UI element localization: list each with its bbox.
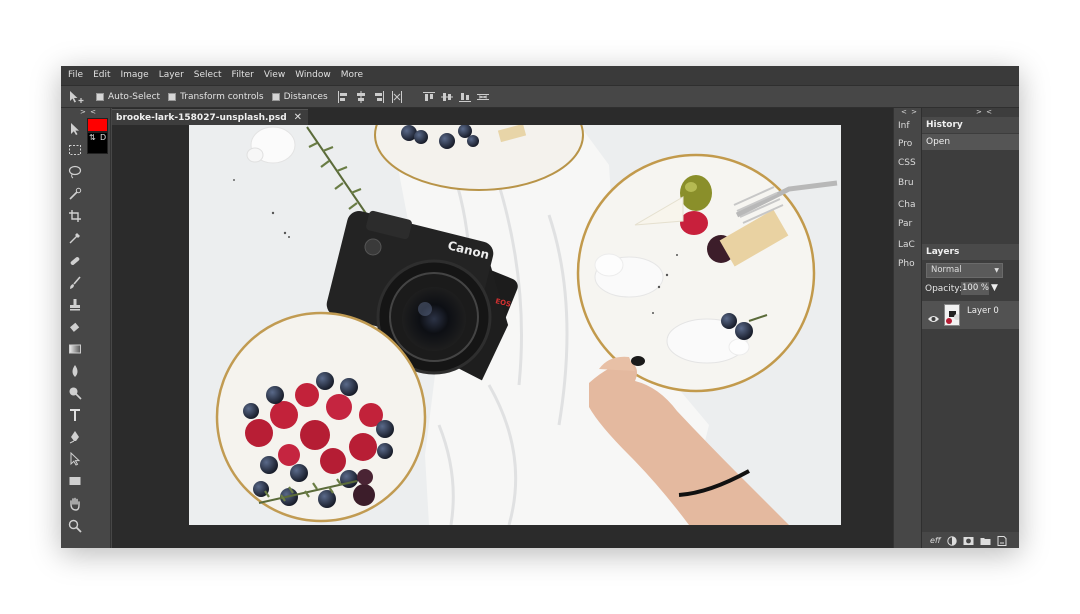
opacity-label: Opacity: bbox=[925, 284, 962, 294]
narrow-panels-expand-toggle[interactable]: < > bbox=[901, 108, 918, 116]
menu-window[interactable]: Window bbox=[290, 66, 336, 85]
history-item[interactable]: Open bbox=[922, 134, 1019, 150]
marquee-tool-icon[interactable] bbox=[66, 141, 84, 159]
history-panel-title[interactable]: History bbox=[922, 117, 1019, 133]
toolbar-collapse-toggle[interactable]: > < bbox=[80, 108, 97, 116]
layer-thumbnail bbox=[944, 304, 960, 326]
panel-properties-button[interactable]: Pro bbox=[898, 139, 912, 149]
quick-selection-tool-icon[interactable] bbox=[66, 185, 84, 203]
food-photo-image: Canon EOS bbox=[189, 125, 841, 525]
document-tab-title: brooke-lark-158027-unsplash.psd bbox=[116, 112, 287, 123]
distances-label: Distances bbox=[283, 91, 328, 102]
menu-image[interactable]: Image bbox=[116, 66, 154, 85]
layer-mask-icon[interactable] bbox=[963, 531, 974, 549]
align-center-horizontal-icon[interactable] bbox=[352, 88, 370, 106]
move-tool-icon[interactable] bbox=[66, 120, 84, 138]
photopea-window: File Edit Image Layer Select Filter View… bbox=[61, 66, 1019, 548]
opacity-input[interactable]: 100 % bbox=[961, 282, 989, 295]
folder-icon[interactable] bbox=[980, 531, 991, 549]
blur-tool-icon[interactable] bbox=[66, 362, 84, 380]
chevron-down-icon: ▼ bbox=[994, 267, 999, 274]
align-top-icon[interactable] bbox=[420, 88, 438, 106]
panel-paragraph-button[interactable]: Par bbox=[898, 219, 912, 229]
transform-controls-checkbox[interactable] bbox=[168, 92, 177, 101]
foreground-color-swatch[interactable] bbox=[87, 118, 108, 132]
pen-tool-icon[interactable] bbox=[66, 428, 84, 446]
align-middle-vertical-icon[interactable] bbox=[438, 88, 456, 106]
gradient-tool-icon[interactable] bbox=[66, 340, 84, 358]
right-panels-collapse-toggle[interactable]: > < bbox=[976, 108, 993, 116]
zoom-tool-icon[interactable] bbox=[66, 517, 84, 535]
hand-tool-icon[interactable] bbox=[66, 495, 84, 513]
auto-select-checkbox[interactable] bbox=[96, 92, 104, 101]
new-layer-icon[interactable] bbox=[997, 531, 1007, 549]
eye-icon[interactable] bbox=[927, 309, 940, 328]
layer-row[interactable]: Layer 0 bbox=[922, 301, 1019, 329]
image-canvas[interactable]: Canon EOS bbox=[189, 125, 841, 525]
blend-mode-value: Normal bbox=[931, 265, 962, 275]
path-selection-tool-icon[interactable] bbox=[66, 450, 84, 468]
crop-tool-icon[interactable] bbox=[66, 207, 84, 225]
layers-panel-title[interactable]: Layers bbox=[922, 244, 1019, 260]
menu-view[interactable]: View bbox=[259, 66, 290, 85]
right-panels: > < History Open Layers Normal ▼ Opacity… bbox=[921, 108, 1019, 548]
dodge-tool-icon[interactable] bbox=[66, 384, 84, 402]
auto-select-option[interactable]: Auto-Select bbox=[96, 92, 160, 102]
transform-controls-option[interactable]: Transform controls bbox=[168, 92, 264, 102]
document-tab[interactable]: brooke-lark-158027-unsplash.psd ✕ bbox=[112, 109, 309, 125]
tools-panel: > < ⇅ D bbox=[61, 108, 111, 548]
distribute-vertical-icon[interactable] bbox=[474, 88, 492, 106]
healing-brush-tool-icon[interactable] bbox=[66, 252, 84, 270]
rectangle-tool-icon[interactable] bbox=[66, 472, 84, 490]
panel-css-button[interactable]: CSS bbox=[898, 158, 916, 168]
panel-photo-button[interactable]: Pho bbox=[898, 259, 915, 269]
options-bar: Auto-Select Transform controls Distances bbox=[61, 85, 1019, 108]
layer-name: Layer 0 bbox=[967, 306, 999, 316]
move-tool-preset-icon[interactable] bbox=[66, 87, 88, 107]
eraser-tool-icon[interactable] bbox=[66, 318, 84, 336]
default-colors-button[interactable]: D bbox=[100, 133, 106, 142]
menu-select[interactable]: Select bbox=[189, 66, 227, 85]
layer-effects-button[interactable]: eff bbox=[930, 536, 941, 545]
swap-colors-icon[interactable]: ⇅ bbox=[89, 133, 96, 142]
menu-more[interactable]: More bbox=[336, 66, 368, 85]
collapsed-panels-column: < > Inf Pro CSS Bru Cha Par LaC Pho bbox=[893, 108, 920, 548]
align-bottom-icon[interactable] bbox=[456, 88, 474, 106]
adjustment-layer-icon[interactable] bbox=[947, 531, 957, 549]
menu-edit[interactable]: Edit bbox=[88, 66, 115, 85]
menu-bar: File Edit Image Layer Select Filter View… bbox=[61, 66, 1019, 85]
panel-info-button[interactable]: Inf bbox=[898, 121, 910, 131]
distances-checkbox[interactable] bbox=[271, 92, 280, 101]
distances-option[interactable]: Distances bbox=[271, 91, 328, 102]
document-area: brooke-lark-158027-unsplash.psd ✕ Canon … bbox=[112, 108, 893, 548]
lasso-tool-icon[interactable] bbox=[66, 163, 84, 181]
menu-file[interactable]: File bbox=[63, 66, 88, 85]
menu-layer[interactable]: Layer bbox=[154, 66, 189, 85]
opacity-dropdown-arrow[interactable]: ▼ bbox=[991, 283, 998, 293]
layers-footer: eff bbox=[922, 532, 1019, 548]
blend-mode-select[interactable]: Normal ▼ bbox=[926, 263, 1003, 278]
auto-select-label: Auto-Select bbox=[108, 91, 161, 102]
transform-controls-label: Transform controls bbox=[180, 91, 264, 102]
panel-layer-comps-button[interactable]: LaC bbox=[898, 240, 915, 250]
clone-stamp-tool-icon[interactable] bbox=[66, 296, 84, 314]
panel-brush-button[interactable]: Bru bbox=[898, 178, 914, 188]
panel-character-button[interactable]: Cha bbox=[898, 200, 916, 210]
brush-tool-icon[interactable] bbox=[66, 274, 84, 292]
menu-filter[interactable]: Filter bbox=[227, 66, 259, 85]
eyedropper-tool-icon[interactable] bbox=[66, 229, 84, 247]
align-left-icon[interactable] bbox=[334, 88, 352, 106]
align-right-icon[interactable] bbox=[370, 88, 388, 106]
close-icon[interactable]: ✕ bbox=[294, 112, 302, 123]
distribute-horizontal-icon[interactable] bbox=[388, 88, 406, 106]
type-tool-icon[interactable] bbox=[66, 406, 84, 424]
